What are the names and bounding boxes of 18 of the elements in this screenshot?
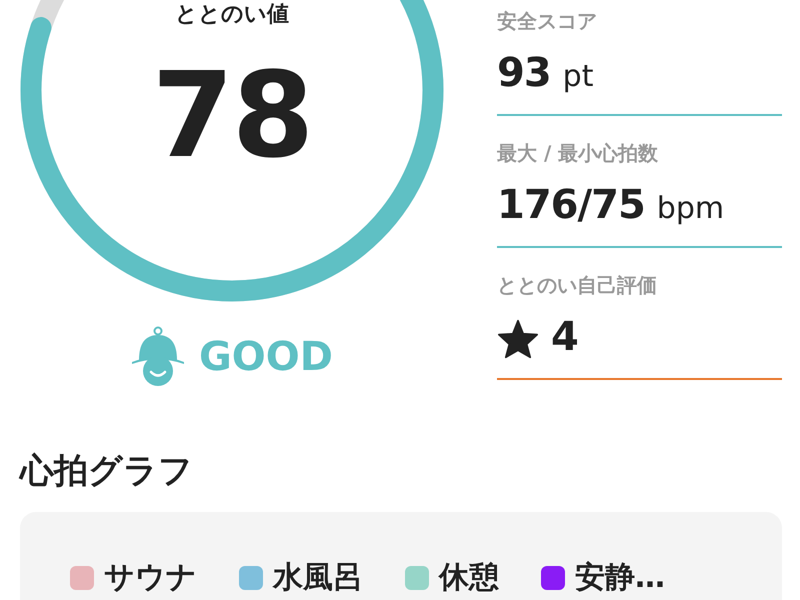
star-icon xyxy=(497,319,539,359)
unit-label: bpm xyxy=(656,191,724,226)
rating-value: 4 xyxy=(551,314,578,360)
metric-value: 93 xyxy=(497,50,551,96)
section-title: 心拍グラフ xyxy=(20,450,194,493)
legend-label: 安静… xyxy=(575,559,665,597)
metric-label: 最大 / 最小心拍数 xyxy=(497,140,660,167)
score-label: ととのい値 xyxy=(175,1,289,29)
unit-label: pt xyxy=(562,59,594,94)
legend-label: 休憩 xyxy=(439,559,499,597)
metric-value: 176/75 xyxy=(497,182,645,228)
status-text: GOOD xyxy=(198,334,334,380)
legend-label: 水風呂 xyxy=(273,559,363,597)
legend-label: サウナ xyxy=(104,559,197,597)
metric-label: 安全スコア xyxy=(497,8,598,35)
bell-face-icon xyxy=(130,326,185,388)
score-value: 78 xyxy=(152,45,312,185)
metric-label: ととのい自己評価 xyxy=(497,272,658,299)
